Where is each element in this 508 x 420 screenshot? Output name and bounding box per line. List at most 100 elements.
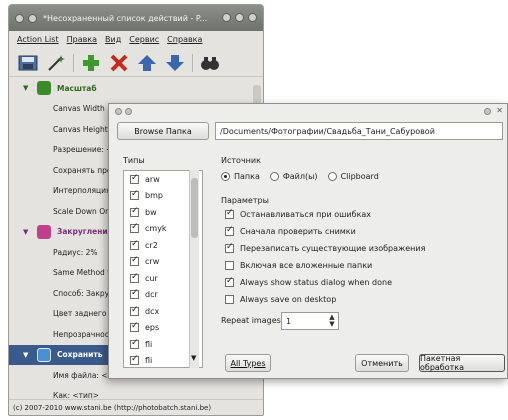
- radio-clipboard[interactable]: [327, 172, 337, 181]
- toolbar-separator: [73, 53, 74, 72]
- tree-group-label: Закругление: [57, 227, 113, 237]
- radio-clipboard-label: Clipboard: [340, 172, 379, 181]
- type-label: cr2: [145, 240, 158, 250]
- save-icon[interactable]: [17, 52, 39, 74]
- type-label: fli: [145, 339, 153, 349]
- type-label: bw: [145, 207, 157, 217]
- status-bar: (c) 2007-2010 www.stani.be (http://photo…: [9, 399, 263, 415]
- checkbox[interactable]: [130, 173, 139, 184]
- checkbox[interactable]: [130, 255, 139, 267]
- type-label: crw: [145, 257, 160, 267]
- move-up-icon[interactable]: [136, 52, 158, 74]
- repeat-images-label: Repeat images: [221, 316, 281, 325]
- repeat-images-stepper[interactable]: 1 ▲ ▼: [281, 312, 339, 330]
- expand-arrow-icon[interactable]: ▼: [23, 228, 33, 236]
- tree-item-label: Способ: Закруг: [53, 288, 114, 298]
- option-show-status[interactable]: Always show status dialog when done: [225, 276, 392, 287]
- checkbox[interactable]: [130, 288, 139, 300]
- checkbox[interactable]: [130, 222, 139, 234]
- wand-icon[interactable]: [45, 52, 67, 74]
- checkbox[interactable]: [130, 239, 139, 250]
- type-label: arw: [145, 174, 160, 184]
- radio-folder-label: Папка: [234, 172, 260, 181]
- radio-folder[interactable]: [221, 172, 230, 181]
- minimize-window-icon[interactable]: [28, 13, 37, 23]
- scroll-down-icon[interactable]: ▼: [191, 354, 196, 362]
- tree-item-label: Интерполяция: [53, 186, 111, 196]
- rounded-corners-icon: [37, 224, 51, 239]
- scale-icon: [37, 81, 51, 96]
- option-label: Always show status dialog when done: [240, 278, 392, 287]
- tree-item-label: Разрешение: <: [53, 145, 113, 155]
- checkbox[interactable]: [130, 305, 139, 316]
- option-label: Останавливаться при ошибках: [240, 210, 372, 219]
- remove-icon[interactable]: [108, 52, 130, 74]
- types-scrollbar[interactable]: [189, 170, 199, 368]
- option-label: Always save on desktop: [240, 295, 337, 304]
- expand-arrow-icon[interactable]: ▼: [23, 84, 33, 92]
- checkbox[interactable]: [130, 272, 139, 283]
- move-down-icon[interactable]: [164, 52, 186, 74]
- type-label: fli: [145, 356, 153, 366]
- scrollbar-thumb[interactable]: [191, 178, 198, 238]
- title-bar[interactable]: *Несохраненный список действий - P...: [9, 5, 263, 31]
- params-label: Параметры: [221, 196, 269, 205]
- checkbox[interactable]: [225, 208, 234, 219]
- all-types-button[interactable]: All Types: [225, 354, 271, 372]
- toolbar-separator: [192, 53, 193, 72]
- checkbox[interactable]: [225, 261, 234, 270]
- checkbox[interactable]: [130, 354, 139, 366]
- tree-item-label: Same Method fo: [53, 268, 115, 278]
- option-overwrite[interactable]: Перезаписать существующие изображения: [225, 242, 426, 253]
- expand-arrow-icon[interactable]: ▼: [23, 351, 33, 359]
- save-action-icon: [37, 347, 51, 362]
- option-check-images[interactable]: Сначала проверить снимки: [225, 225, 356, 236]
- menu-tools[interactable]: Сервис: [129, 35, 159, 44]
- checkbox[interactable]: [225, 225, 234, 236]
- menu-edit[interactable]: Правка: [67, 35, 97, 44]
- window-control-icon[interactable]: [222, 13, 231, 22]
- tree-item-label: Canvas Height:: [53, 124, 111, 134]
- radio-files[interactable]: [269, 172, 279, 181]
- option-include-subfolders[interactable]: Включая все вложенные папки: [225, 261, 372, 270]
- option-label: Включая все вложенные папки: [240, 261, 373, 270]
- window-title: *Несохраненный список действий - P...: [43, 13, 208, 23]
- checkbox[interactable]: [130, 206, 139, 217]
- type-label: cmyk: [145, 224, 167, 234]
- option-stop-on-errors[interactable]: Останавливаться при ошибках: [225, 208, 372, 219]
- tree-item-label: Scale Down Onl: [53, 206, 112, 216]
- window-control-icon[interactable]: [248, 13, 257, 22]
- path-input[interactable]: /Documents/Фотографии/Свадьба_Тани_Сабур…: [215, 122, 503, 140]
- checkbox[interactable]: [130, 321, 139, 333]
- dialog-control-icon[interactable]: [484, 108, 491, 115]
- menu-help[interactable]: Справка: [167, 35, 202, 44]
- menu-view[interactable]: Вид: [105, 35, 121, 44]
- binoculars-icon[interactable]: [199, 52, 221, 74]
- checkbox[interactable]: [130, 338, 139, 349]
- repeat-value: 1: [286, 316, 292, 326]
- batch-process-button[interactable]: Пакетная обработка: [419, 354, 505, 372]
- type-label: dcr: [145, 290, 158, 300]
- dialog-close-icon[interactable]: [115, 108, 122, 115]
- checkbox[interactable]: [225, 242, 234, 253]
- checkbox[interactable]: [130, 189, 139, 201]
- dialog-minimize-icon[interactable]: [125, 108, 132, 115]
- stepper-down-icon[interactable]: ▼: [327, 321, 337, 328]
- source-radio-group: Папка Файл(ы) Clipboard: [221, 172, 379, 181]
- tree-group-scale[interactable]: ▼ Масштаб: [9, 78, 263, 99]
- browse-folder-button[interactable]: Browse Папка: [117, 122, 209, 140]
- option-label: Перезаписать существующие изображения: [240, 244, 426, 253]
- dialog-title-bar[interactable]: ✕: [109, 104, 507, 118]
- checkbox[interactable]: [225, 295, 234, 304]
- add-icon[interactable]: [80, 52, 102, 74]
- menu-action-list[interactable]: Action List: [17, 35, 59, 44]
- cancel-button[interactable]: Отменить: [355, 354, 409, 372]
- window-control-icon[interactable]: [235, 13, 244, 22]
- checkbox[interactable]: [225, 276, 234, 287]
- close-icon[interactable]: ✕: [496, 106, 503, 115]
- close-window-icon[interactable]: [15, 13, 24, 23]
- type-label: cur: [145, 273, 158, 283]
- tree-item-label: Canvas Width: [53, 104, 105, 114]
- toolbar: [9, 49, 263, 77]
- option-save-desktop[interactable]: Always save on desktop: [225, 295, 336, 304]
